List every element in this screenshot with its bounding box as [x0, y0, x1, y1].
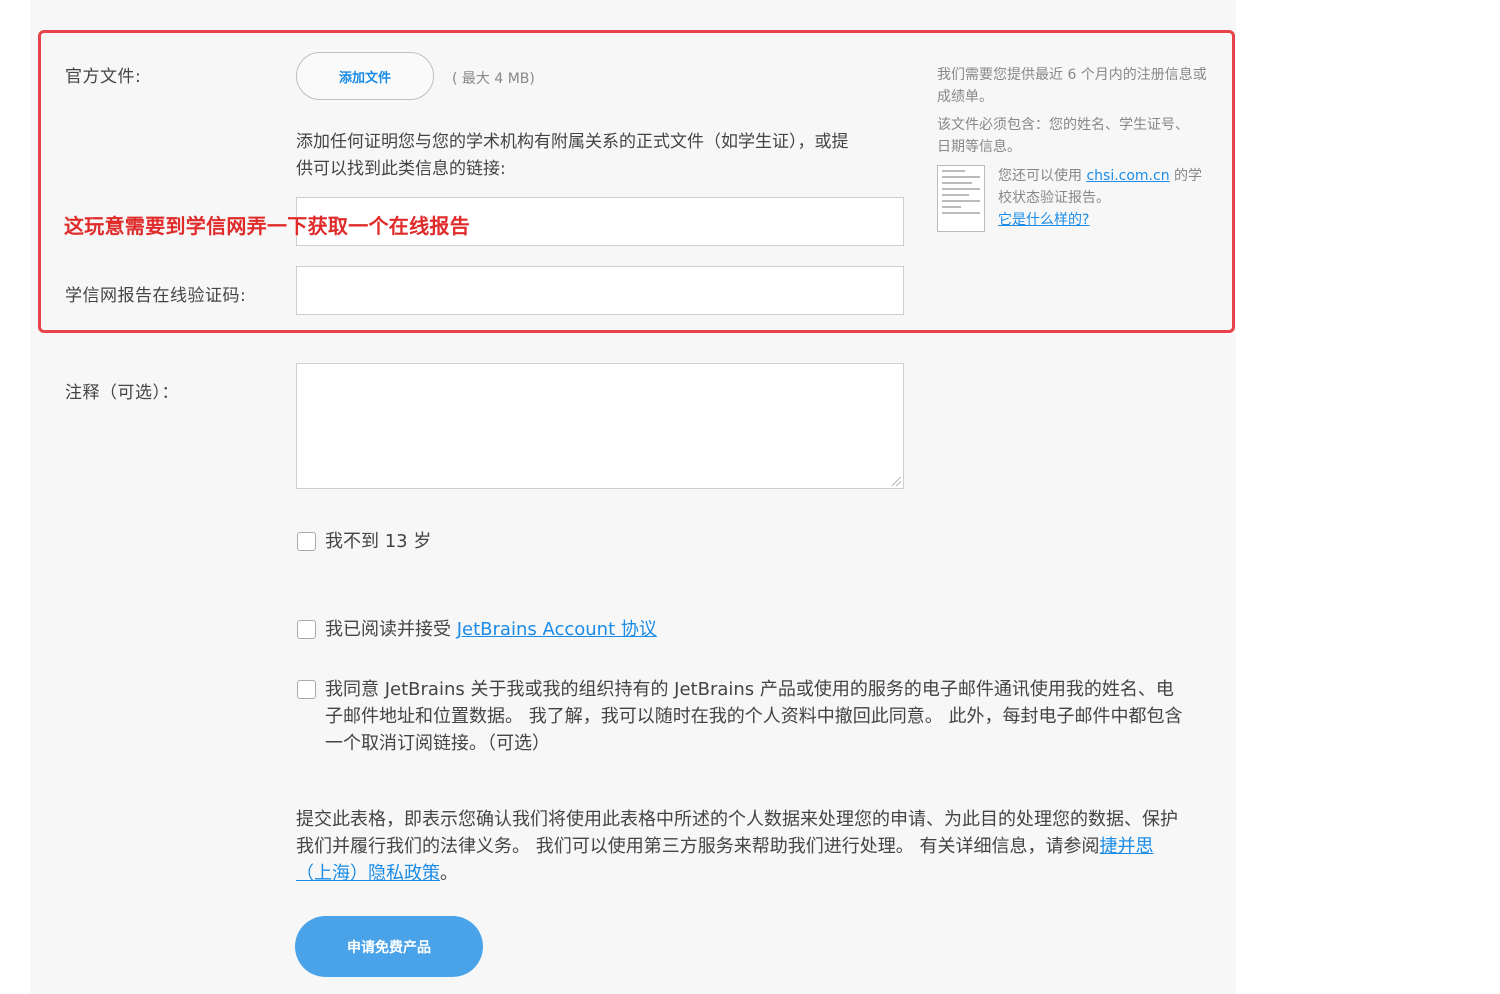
- official-docs-description: 添加任何证明您与您的学术机构有附属关系的正式文件（如学生证），或提供可以找到此类…: [296, 132, 849, 179]
- resize-handle[interactable]: [892, 477, 901, 486]
- privacy-notice: 提交此表格，即表示您确认我们将使用此表格中所述的个人数据来处理您的申请、为此目的…: [296, 806, 1186, 887]
- what-is-it-link-wrapper: 它是什么样的?: [998, 209, 1089, 231]
- sample-document-thumbnail: [937, 165, 985, 232]
- marketing-consent-label: 我同意 JetBrains 关于我或我的组织持有的 JetBrains 产品或使…: [325, 679, 1183, 754]
- agreement-label: 我已阅读并接受 JetBrains Account 协议: [325, 616, 657, 643]
- official-docs-label: 官方文件:: [65, 67, 142, 87]
- privacy-notice-suffix: 。: [440, 863, 458, 884]
- comments-textarea[interactable]: [296, 363, 904, 489]
- verification-code-label: 学信网报告在线验证码:: [65, 286, 247, 306]
- what-is-it-link[interactable]: 它是什么样的?: [998, 212, 1089, 228]
- under-13-checkbox[interactable]: [297, 532, 316, 551]
- page-margin: [1236, 0, 1500, 994]
- agreement-label-prefix: 我已阅读并接受: [325, 619, 457, 640]
- side-note-chsi: 您还可以使用 chsi.com.cn 的学校状态验证报告。: [998, 165, 1213, 209]
- agreement-checkbox[interactable]: [297, 620, 316, 639]
- submit-button[interactable]: 申请免费产品: [295, 916, 483, 977]
- jetbrains-account-agreement-link[interactable]: JetBrains Account 协议: [457, 619, 657, 640]
- side-note-chsi-prefix: 您还可以使用: [998, 168, 1087, 184]
- max-size-hint: ( 最大 4 MB): [452, 71, 535, 87]
- add-file-button[interactable]: 添加文件: [296, 52, 434, 100]
- under-13-label: 我不到 13 岁: [325, 531, 432, 552]
- comments-label: 注释（可选）：: [65, 383, 179, 403]
- chsi-link[interactable]: chsi.com.cn: [1086, 168, 1169, 184]
- verification-code-input[interactable]: [296, 266, 904, 315]
- red-annotation-text: 这玩意需要到学信网弄一下获取一个在线报告: [64, 214, 470, 238]
- marketing-consent-checkbox[interactable]: [297, 680, 316, 699]
- side-note-document-contents: 该文件必须包含：您的姓名、学生证号、日期等信息。: [937, 117, 1189, 155]
- side-note-recent-registration: 我们需要您提供最近 6 个月内的注册信息或成绩单。: [937, 67, 1207, 105]
- privacy-notice-text: 提交此表格，即表示您确认我们将使用此表格中所述的个人数据来处理您的申请、为此目的…: [296, 809, 1178, 857]
